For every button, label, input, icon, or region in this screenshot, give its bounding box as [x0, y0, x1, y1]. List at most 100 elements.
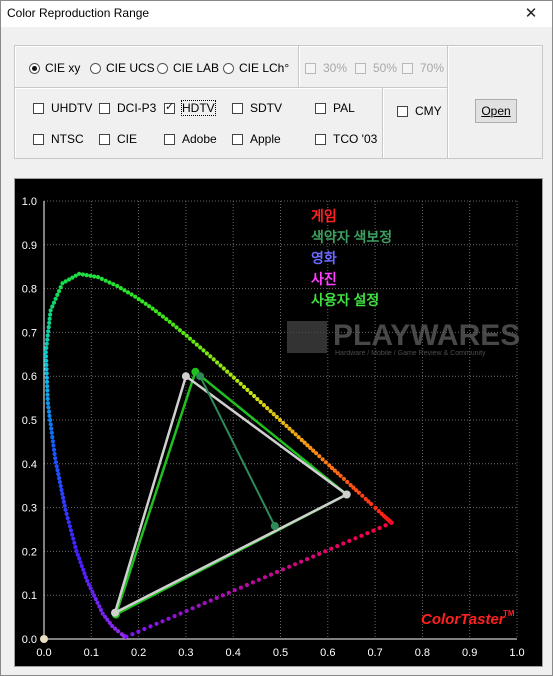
purple-line-dot [214, 595, 219, 600]
locus-dot [171, 322, 176, 327]
locus-dot [191, 339, 196, 344]
locus-dot [44, 371, 49, 376]
checkbox-box[interactable] [33, 102, 44, 114]
radio-indicator[interactable] [157, 62, 168, 74]
locus-dot [198, 345, 203, 350]
radio-indicator[interactable] [90, 62, 101, 74]
checkbox-adobe[interactable]: Adobe [164, 132, 217, 146]
checkbox-cie[interactable]: CIE [99, 132, 137, 146]
x-tick-label: 0.8 [415, 647, 430, 659]
purple-line-dot [136, 629, 141, 634]
locus-dot [44, 375, 49, 380]
open-button[interactable]: Open [475, 99, 517, 123]
locus-dot [92, 274, 97, 279]
purple-line-dot [371, 528, 376, 533]
locus-dot [44, 379, 50, 384]
locus-dot [231, 375, 236, 380]
checkbox-box[interactable] [164, 101, 175, 114]
locus-dot [45, 333, 50, 338]
purple-line-dot [160, 619, 165, 624]
radio-cie-lch[interactable]: CIE LCh° [223, 61, 289, 75]
locus-dot [129, 292, 134, 297]
checkbox-box[interactable] [99, 133, 110, 145]
gamut-vertex-point [342, 490, 351, 499]
radio-cie-xy[interactable]: CIE xy [29, 61, 80, 75]
locus-dot [51, 443, 56, 448]
locus-dot [77, 556, 82, 561]
locus-dot [140, 299, 145, 304]
checkbox-cmy[interactable]: CMY [397, 104, 442, 118]
locus-dot [71, 536, 76, 541]
checkbox-box[interactable] [33, 133, 44, 145]
locus-dot [46, 325, 51, 330]
checkbox-sdtv[interactable]: SDTV [232, 101, 282, 115]
purple-line-dot [329, 546, 334, 551]
checkbox-box[interactable] [99, 102, 110, 114]
checkbox-label: 50% [373, 61, 398, 75]
locus-dot [373, 505, 378, 510]
gamut-vertex-point [196, 372, 205, 381]
locus-dot [235, 378, 240, 383]
locus-dot [95, 275, 101, 280]
locus-dot [296, 435, 301, 440]
checkbox-hdtv[interactable]: HDTV [164, 100, 216, 116]
locus-dot [70, 532, 75, 537]
checkbox-30[interactable]: 30% [305, 61, 347, 75]
purple-line-dot [377, 525, 382, 531]
chromaticity-diagram-svg: 0.0 0.1 0.2 0.3 0.4 0.5 0.6 0.7 0.8 0.9 1.0 0.0 0.1 0… [22, 196, 525, 659]
checkbox-apple[interactable]: Apple [232, 132, 281, 146]
locus-dot [164, 317, 169, 322]
checkbox-ntsc[interactable]: NTSC [33, 132, 84, 146]
checkbox-pal[interactable]: PAL [315, 101, 355, 115]
purple-line-dot [226, 590, 231, 595]
purple-line-dot [244, 582, 249, 588]
locus-dot [86, 582, 91, 587]
locus-dot [79, 563, 84, 569]
locus-dot [44, 345, 49, 351]
close-icon[interactable]: ✕ [520, 4, 542, 22]
checkbox-label: NTSC [51, 132, 84, 146]
checkbox-box[interactable] [305, 62, 316, 74]
purple-line-dot [142, 626, 147, 632]
checkbox-box[interactable] [232, 133, 243, 145]
locus-dot [204, 351, 209, 356]
checkbox-box[interactable] [232, 102, 243, 114]
purple-line-dot [238, 585, 243, 590]
checkbox-box[interactable] [355, 62, 366, 74]
purple-line-dot [184, 608, 189, 613]
checkbox-50[interactable]: 50% [355, 61, 397, 75]
y-tick-label: 0.4 [22, 459, 37, 471]
locus-dot [85, 578, 90, 583]
checkbox-box[interactable] [402, 62, 413, 74]
brand-tm: TM [503, 609, 515, 618]
locus-dot [119, 632, 124, 637]
radio-cie-lab[interactable]: CIE LAB [157, 61, 219, 75]
checkbox-tco03[interactable]: TCO '03 [315, 132, 377, 146]
locus-dot [48, 308, 53, 313]
gamut-vertex-point [111, 608, 119, 617]
checkbox-box[interactable] [315, 133, 326, 145]
checkbox-70[interactable]: 70% [402, 61, 444, 75]
radio-indicator[interactable] [29, 62, 40, 74]
checkbox-uhdtv[interactable]: UHDTV [33, 101, 92, 115]
locus-dot [241, 384, 247, 389]
checkbox-dci-p3[interactable]: DCI-P3 [99, 101, 156, 115]
locus-dot [136, 297, 141, 302]
locus-dot [228, 372, 233, 377]
radio-indicator[interactable] [223, 62, 234, 74]
radio-cie-ucs[interactable]: CIE UCS [90, 61, 155, 75]
checkbox-box[interactable] [164, 133, 175, 145]
locus-dot [65, 516, 70, 521]
checkbox-label: PAL [333, 101, 355, 115]
origin-marker [40, 635, 48, 643]
purple-line-dot [280, 567, 286, 572]
x-tick-label: 0.7 [367, 647, 382, 659]
locus-dot [314, 451, 319, 456]
checkbox-box[interactable] [315, 102, 326, 114]
checkbox-label: HDTV [181, 100, 216, 116]
locus-dot [81, 567, 86, 572]
watermark-text: PLAYWARES [333, 319, 520, 352]
checkbox-box[interactable] [397, 105, 408, 117]
locus-dot [218, 363, 223, 368]
checkbox-label: SDTV [250, 101, 283, 115]
